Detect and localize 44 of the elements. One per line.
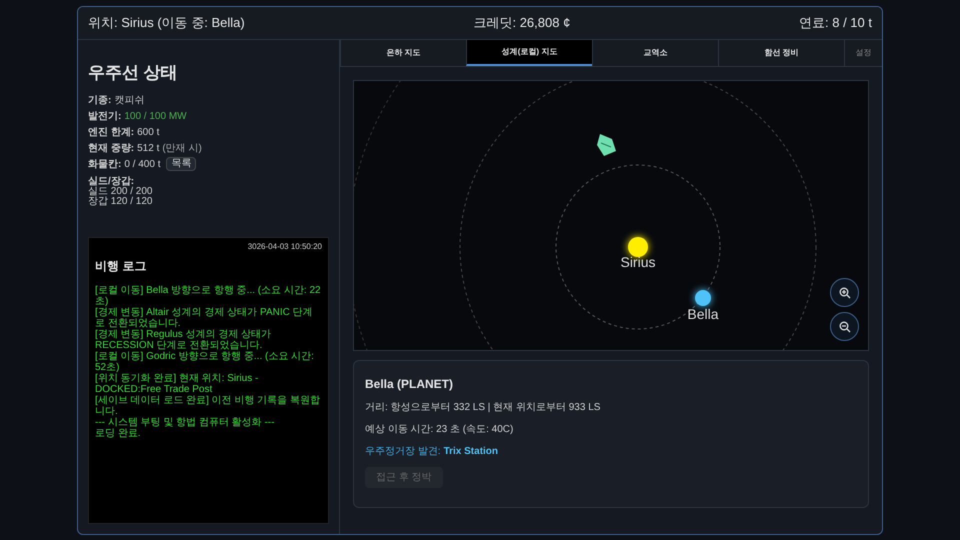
log-entry: [경제 변동] Altair 성계의 경제 상태가 PANIC 단계로 전환되었습니다. xyxy=(95,306,314,328)
log-entry: [경제 변동] Regulus 성계의 경제 상태가 RECESSION 단계로 전환되었습니다. xyxy=(95,328,272,350)
info-title: Bella (PLANET) xyxy=(365,376,454,393)
log-entry: 로딩 완료. xyxy=(95,428,142,438)
stat-label: 화물칸: xyxy=(88,158,122,172)
stat-note: (만재 시) xyxy=(162,142,202,156)
station-name: Trix Station xyxy=(444,445,498,459)
stat-value: 512 t xyxy=(137,142,160,156)
location-text: 위치: Sirius (이동 중: Bella) xyxy=(88,14,245,32)
tab[interactable]: 성계(로컬) 지도 xyxy=(466,40,592,66)
zoom-out-icon xyxy=(838,320,850,332)
eta-text: 예상 이동 시간: 23 초 (속도: 40C) xyxy=(365,423,514,437)
defense-value: 실드 200 / 200 xyxy=(88,186,154,196)
zoom-out-button[interactable] xyxy=(830,312,859,341)
stat-label: 발전기: xyxy=(88,110,122,124)
ship-icon xyxy=(597,134,616,156)
distance-text: 거리: 항성으로부터 332 LS | 현재 위치로부터 933 LS xyxy=(365,401,600,415)
stat-label: 기종: xyxy=(88,94,112,108)
log-entry: [로컬 이동] Godric 방향으로 항행 중... (소요 시간: 52초) xyxy=(95,350,315,372)
stat-label: 실드/장갑: xyxy=(88,176,136,186)
panel-title: 우주선 상태 xyxy=(88,62,179,84)
body-label: Bella xyxy=(687,306,719,322)
credits-text: 크레딧: 26,808 ¢ xyxy=(473,14,570,32)
log-timestamp: 3026-04-03 10:50:20 xyxy=(248,240,322,252)
stat-label: 엔진 한계: xyxy=(88,126,134,140)
log-entry: --- 시스템 부팅 및 항법 컴퓨터 활성화 --- xyxy=(95,416,276,428)
stat-value: 100 / 100 MW xyxy=(124,110,187,124)
defense-value: 장갑 120 / 120 xyxy=(88,196,154,206)
stat-value: 캣피쉬 xyxy=(114,94,144,108)
log-entry: [위치 동기화 완료] 현재 위치: Sirius - DOCKED:Free Trade Post xyxy=(95,372,260,394)
list-button[interactable]: 목록 xyxy=(166,157,196,171)
stat-value: 0 / 400 t xyxy=(124,158,160,172)
fuel-text: 연료: 8 / 10 t xyxy=(799,14,872,32)
log-entry: [세이브 데이터 로드 완료] 이전 비행 기록을 복원합니다. xyxy=(95,394,322,416)
stat-value: 600 t xyxy=(137,126,160,140)
log-title: 비행 로그 xyxy=(95,258,148,274)
log-entry: [로컬 이동] Bella 방향으로 항행 중... (소요 시간: 22초) xyxy=(95,284,322,306)
planet-dot[interactable] xyxy=(695,290,711,306)
zoom-in-icon xyxy=(838,286,850,298)
zoom-in-button[interactable] xyxy=(830,278,859,307)
star-dot[interactable] xyxy=(628,237,648,257)
body-label: Sirius xyxy=(620,254,656,270)
stat-label: 현재 중량: xyxy=(88,142,134,156)
station-label: 우주정거장 발견: xyxy=(365,445,441,459)
